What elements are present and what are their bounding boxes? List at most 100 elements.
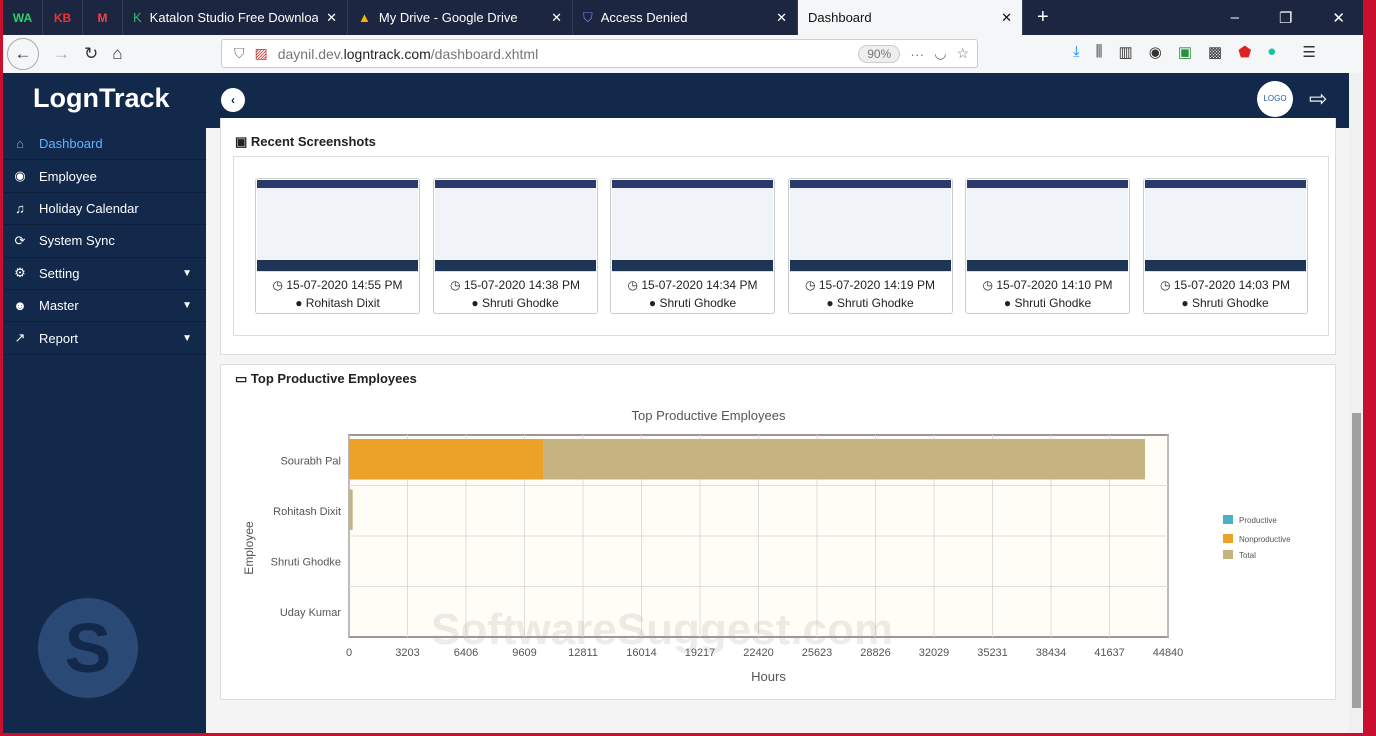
pinned-tab-kb[interactable]: KB bbox=[43, 0, 83, 35]
tab-dashboard[interactable]: Dashboard ✕ bbox=[798, 0, 1023, 35]
close-window-icon[interactable]: ✕ bbox=[1332, 9, 1345, 27]
screenshot-card[interactable]: ◷ 15-07-2020 14:19 PM ● Shruti Ghodke bbox=[787, 178, 953, 314]
screenshot-card[interactable]: ◷ 15-07-2020 14:34 PM ● Shruti Ghodke bbox=[610, 178, 775, 314]
reload-icon[interactable]: ↻ bbox=[84, 44, 98, 64]
browser-window: WA KB M K Katalon Studio Free Download ✕ ▲… bbox=[3, 0, 1363, 733]
back-icon[interactable]: ← bbox=[7, 38, 39, 70]
legend-swatch bbox=[1223, 534, 1233, 543]
y-axis-label: Employee bbox=[242, 521, 256, 575]
watermark: SoftwareSuggest.com bbox=[431, 605, 894, 654]
sidebar-item-employee[interactable]: ◉ Employee bbox=[3, 160, 206, 193]
sidebar-item-master[interactable]: ☻ Master ▼ bbox=[3, 290, 206, 323]
pinned-tab-gmail[interactable]: M bbox=[83, 0, 123, 35]
top-productive-panel: ▭ Top Productive Employees Top Productiv… bbox=[220, 364, 1336, 700]
home-icon[interactable]: ⌂ bbox=[112, 44, 122, 64]
more-icon[interactable]: ··· bbox=[910, 46, 924, 62]
user-icon: ◉ bbox=[14, 168, 26, 184]
screenshot-thumbnail[interactable] bbox=[1144, 180, 1306, 272]
scrollbar-thumb[interactable] bbox=[1352, 413, 1361, 708]
menu-icon[interactable]: ☰ bbox=[1302, 43, 1315, 61]
chart-title: Top Productive Employees bbox=[632, 408, 786, 423]
x-tick-label: 0 bbox=[346, 647, 352, 659]
users-icon: ☻ bbox=[13, 298, 27, 314]
screenshot-card[interactable]: ◷ 15-07-2020 14:38 PM ● Shruti Ghodke bbox=[432, 178, 598, 314]
collapse-sidebar-icon[interactable]: ‹ bbox=[221, 88, 245, 112]
x-tick-label: 44840 bbox=[1153, 647, 1184, 659]
q-extension-icon[interactable]: ▣ bbox=[1178, 43, 1192, 61]
tab-bar: WA KB M K Katalon Studio Free Download ✕ ▲… bbox=[3, 0, 1363, 35]
gear-icon: ⚙ bbox=[14, 265, 26, 281]
close-icon[interactable]: ✕ bbox=[551, 10, 562, 26]
download-icon[interactable]: ⤓ bbox=[1073, 43, 1080, 61]
chevron-down-icon: ▼ bbox=[182, 267, 192, 279]
sidebar-item-label: Holiday Calendar bbox=[39, 200, 139, 216]
productive-chart: Top Productive Employees0 3203 6406 9609 128… bbox=[242, 408, 1291, 684]
bookmark-star-icon[interactable]: ☆ bbox=[956, 45, 969, 62]
grammarly-icon[interactable]: ● bbox=[1267, 43, 1276, 61]
screenshot-card[interactable]: ◷ 15-07-2020 14:10 PM ● Shruti Ghodke bbox=[965, 178, 1130, 314]
user-icon: ● bbox=[1003, 296, 1012, 310]
home-icon: ⌂ bbox=[16, 136, 24, 152]
screenshot-thumbnail[interactable] bbox=[967, 180, 1128, 272]
close-icon[interactable]: ✕ bbox=[1001, 10, 1012, 26]
sidebar-icon[interactable]: ▥ bbox=[1119, 43, 1133, 61]
bar-nonproductive[interactable] bbox=[349, 439, 543, 480]
user-icon: ● bbox=[826, 296, 834, 310]
sidebar-item-system-sync[interactable]: ⟳ System Sync bbox=[3, 225, 206, 258]
sidebar-item-dashboard[interactable]: ⌂ Dashboard bbox=[3, 128, 206, 161]
new-tab-icon[interactable]: + bbox=[1037, 6, 1049, 29]
line-chart-icon: ↗ bbox=[14, 330, 26, 346]
logo: LognTrack bbox=[33, 83, 170, 113]
sidebar-item-label: Report bbox=[39, 330, 79, 346]
tab-label: Access Denied bbox=[600, 10, 688, 25]
sidebar-item-label: Employee bbox=[39, 168, 97, 184]
forward-icon[interactable]: → bbox=[53, 44, 70, 64]
screenshot-thumbnail[interactable] bbox=[612, 180, 773, 272]
adblock-icon[interactable]: ⬟ bbox=[1238, 43, 1251, 61]
close-icon[interactable]: ✕ bbox=[326, 10, 337, 26]
sidebar-item-setting[interactable]: ⚙ Setting ▼ bbox=[3, 258, 206, 290]
restore-icon[interactable]: ❐ bbox=[1279, 9, 1292, 27]
selenium-icon[interactable]: ▩ bbox=[1208, 43, 1222, 61]
clock-icon: ◷ bbox=[1160, 278, 1171, 292]
katalon-icon: K bbox=[133, 10, 142, 25]
screenshot-user: ● Shruti Ghodke bbox=[1181, 296, 1269, 310]
tab-google-drive[interactable]: ▲ My Drive - Google Drive ✕ bbox=[348, 0, 573, 35]
scrollbar[interactable] bbox=[1349, 73, 1363, 733]
screenshot-card[interactable]: ◷ 15-07-2020 14:03 PM ● Shruti Ghodke bbox=[1142, 178, 1308, 314]
screenshot-time: ◷ 15-07-2020 14:10 PM bbox=[982, 278, 1113, 292]
url-bar[interactable]: ⛉ ▨ daynil.dev.logntrack.com/dashboard.xh… bbox=[221, 39, 978, 68]
minimize-icon[interactable]: – bbox=[1231, 9, 1239, 27]
screenshot-time: ◷ 15-07-2020 14:55 PM bbox=[272, 278, 403, 292]
y-tick-label: Rohitash Dixit bbox=[273, 506, 341, 518]
tab-access-denied[interactable]: ⛉ Access Denied ✕ bbox=[573, 0, 798, 35]
x-tick-label: 32029 bbox=[919, 647, 950, 659]
bar-total[interactable] bbox=[349, 489, 353, 531]
screenshot-time: ◷ 15-07-2020 14:38 PM bbox=[450, 278, 580, 292]
account-icon[interactable]: ◉ bbox=[1149, 43, 1162, 61]
screenshot-time: ◷ 15-07-2020 14:19 PM bbox=[805, 278, 935, 292]
pinned-tab-whatsapp[interactable]: WA bbox=[3, 0, 43, 35]
screenshot-user: ● Shruti Ghodke bbox=[1003, 296, 1092, 310]
screenshot-card[interactable]: ◷ 15-07-2020 14:55 PM ● Rohitash Dixit bbox=[255, 178, 420, 314]
close-icon[interactable]: ✕ bbox=[776, 10, 787, 26]
pocket-icon[interactable]: ◡ bbox=[934, 45, 946, 62]
navigation-bar: ← → ↻ ⌂ ⛉ ▨ daynil.dev.logntrack.com/dash… bbox=[3, 35, 1363, 73]
clock-icon: ◷ bbox=[627, 278, 639, 292]
library-icon[interactable]: ⫼ bbox=[1096, 43, 1103, 61]
screenshot-thumbnail[interactable] bbox=[789, 180, 951, 272]
avatar[interactable]: LOGO bbox=[1257, 81, 1293, 117]
screenshot-user: ● Rohitash Dixit bbox=[295, 296, 380, 310]
skype-icon[interactable]: S bbox=[38, 598, 138, 698]
sidebar-item-report[interactable]: ↗ Report ▼ bbox=[3, 322, 206, 355]
logout-icon[interactable]: ⇨ bbox=[1309, 86, 1327, 112]
legend-swatch bbox=[1223, 550, 1233, 559]
y-tick-label: Uday Kumar bbox=[280, 607, 341, 619]
screenshot-thumbnail[interactable] bbox=[257, 180, 418, 272]
zoom-level[interactable]: 90% bbox=[858, 44, 901, 63]
tab-katalon[interactable]: K Katalon Studio Free Download ✕ bbox=[123, 0, 348, 35]
sidebar: ⌂ Dashboard ◉ Employee ♫ Holiday Calendar ⟳… bbox=[3, 128, 206, 733]
screenshot-thumbnail[interactable] bbox=[434, 180, 596, 272]
chevron-down-icon: ▼ bbox=[182, 300, 192, 312]
sidebar-item-holiday-calendar[interactable]: ♫ Holiday Calendar bbox=[3, 193, 206, 226]
